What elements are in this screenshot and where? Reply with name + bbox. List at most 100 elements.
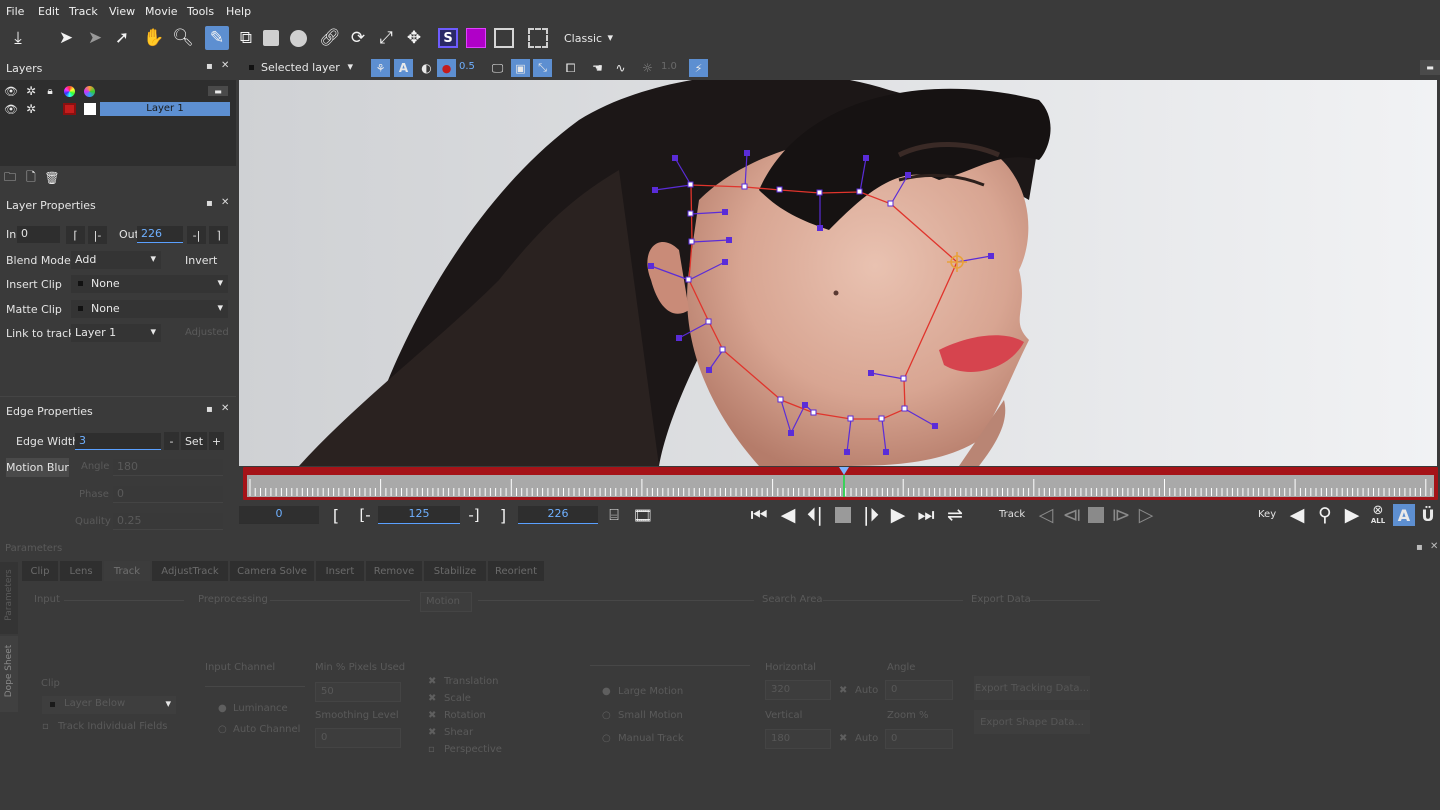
tab-insert[interactable]: Insert [316,561,364,581]
previous-key-button[interactable]: ◀ [1285,503,1309,527]
set-out-marker-button[interactable]: -| [187,226,206,244]
playhead-marker[interactable] [839,467,850,475]
add-points-arrow-icon[interactable]: ➚ [110,26,134,50]
min-pixels-field[interactable]: 50 [315,682,401,702]
tab-stabilize[interactable]: Stabilize [424,561,486,581]
step-back-button[interactable]: ⏴︎| [803,503,827,527]
edge-width-set-button[interactable]: Set [181,432,207,450]
autokey-a-icon[interactable]: A [1393,504,1415,526]
set-out-bracket-button[interactable]: ⌉ [209,226,228,244]
new-layer-icon[interactable]: 🗋 [24,170,38,185]
viewer-canvas[interactable] [239,80,1437,466]
motion-blur-toggle[interactable]: Motion Blur [6,458,69,477]
add-key-button[interactable]: ⚲ [1313,503,1337,527]
matte-clip-dropdown[interactable]: None [71,300,228,318]
shear-checkbox[interactable]: ✖ [428,727,436,738]
rotation-checkbox[interactable]: ✖ [428,710,436,721]
tab-track[interactable]: Track [104,561,150,581]
viewer-options-icon[interactable]: ▬ [1420,60,1440,75]
curve-icon[interactable]: ∿ [611,59,630,77]
manual-track-radio[interactable]: ○ [602,733,611,744]
set-in-bracket-button[interactable]: ⌈ [66,226,85,244]
set-in-marker-button[interactable]: |- [88,226,107,244]
menu-track[interactable]: Track [69,5,98,18]
brightness-value[interactable]: 1.0 [661,61,677,72]
show-grid-icon[interactable] [464,26,488,50]
unkey-u-icon[interactable]: Ü [1418,504,1438,526]
scale-checkbox[interactable]: ✖ [428,693,436,704]
draw-spline-pen-icon[interactable]: ✎ [205,26,229,50]
side-tab-dope-sheet[interactable]: Dope Sheet [0,636,18,712]
link-chain-icon[interactable]: 🔗︎ [318,26,342,50]
set-out-point-button[interactable]: -] [462,503,486,527]
side-tab-parameters[interactable]: Parameters [0,562,18,634]
brightness-icon[interactable]: ☼ [638,59,657,77]
delete-all-keys-button[interactable]: ⊗ ALL [1368,504,1388,526]
vertical-field[interactable]: 180 [765,729,831,749]
tab-remove[interactable]: Remove [366,561,422,581]
luminance-radio[interactable]: ● [218,703,227,714]
new-folder-icon[interactable]: 🗀 [3,170,17,185]
go-to-out-bracket-button[interactable]: ] [491,503,515,527]
move-cross-icon[interactable]: ✥ [402,26,426,50]
horizontal-field[interactable]: 320 [765,680,831,700]
layout-dropdown[interactable]: Classic [560,30,618,48]
in-frame-field[interactable]: 0 [17,226,60,243]
trim-clip-icon[interactable]: ⌸ [602,503,626,527]
cache-lightning-icon[interactable]: ⚡︎ [689,59,708,77]
quality-field[interactable]: 0.25 [113,513,223,530]
tab-lens[interactable]: Lens [60,561,102,581]
stop-button[interactable] [831,503,855,527]
perspective-checkbox[interactable]: ▫ [428,744,435,755]
viewer-screen-icon[interactable]: 🖵 [488,59,507,77]
play-backward-button[interactable]: ◀ [776,503,800,527]
visibility-eye-icon[interactable]: 👁︎ [4,85,18,98]
step-forward-button[interactable]: |⏵︎ [859,503,883,527]
layer-properties-float-icon[interactable]: ▪ [206,198,213,209]
large-motion-radio[interactable]: ● [602,686,611,697]
color-wheel-2-icon[interactable] [83,85,96,98]
show-surface-icon[interactable]: S [436,26,460,50]
adjusted-checkbox-label[interactable]: Adjusted [185,327,229,338]
alpha-channel-icon[interactable]: A [394,59,413,77]
set-in-point-button[interactable]: [- [353,503,377,527]
next-key-button[interactable]: ▶ [1340,503,1364,527]
layer1-matte-swatch[interactable] [84,103,96,115]
edge-width-decrease-button[interactable]: - [164,432,179,450]
out-point-field[interactable]: 226 [518,506,598,524]
scale-icon[interactable]: ⤢ [374,26,398,50]
start-frame-field[interactable]: 0 [239,506,319,524]
select-arrow-icon[interactable]: ➤ [54,26,78,50]
layers-panel-float-icon[interactable]: ▪ [206,61,213,72]
track-step-back-button[interactable]: ⧏ [1060,503,1084,527]
menu-help[interactable]: Help [226,5,251,18]
delete-layer-icon[interactable]: 🗑︎ [44,171,59,185]
export-shape-data-button[interactable]: Export Shape Data... [974,710,1090,734]
edge-width-increase-button[interactable]: + [209,432,224,450]
lock-icon[interactable]: 🔒︎ [44,85,56,97]
transform-rotate-icon[interactable]: ⟳ [346,26,370,50]
layer-properties-close-icon[interactable]: ✕ [221,197,229,208]
menu-view[interactable]: View [109,5,135,18]
search-angle-field[interactable]: 0 [885,680,953,700]
tab-camera-solve[interactable]: Camera Solve [230,561,314,581]
tracking-spline-overlay[interactable] [239,80,1437,466]
rect-shape-icon[interactable] [259,26,283,50]
go-to-end-button[interactable]: ⏭ [914,503,938,527]
small-motion-radio[interactable]: ○ [602,710,611,721]
export-tracking-data-button[interactable]: Export Tracking Data... [974,676,1090,700]
menu-file[interactable]: File [6,5,24,18]
parameters-close-icon[interactable]: ✕ [1430,541,1438,552]
menu-edit[interactable]: Edit [38,5,59,18]
solo-gear-icon[interactable]: ✲ [24,84,38,98]
tab-reorient[interactable]: Reorient [488,561,544,581]
edge-width-field[interactable]: 3 [75,433,161,450]
horizontal-auto-checkbox[interactable]: ✖ [839,685,847,696]
auto-channel-radio[interactable]: ○ [218,724,227,735]
zoom-field[interactable]: 0 [885,729,953,749]
spline-view-icon[interactable]: ⤡ [533,59,552,77]
show-planar-icon[interactable] [492,26,516,50]
vertical-auto-checkbox[interactable]: ✖ [839,733,847,744]
clip-source-dropdown[interactable]: Layer Below [42,696,176,714]
track-step-forward-button[interactable]: ⧐ [1109,503,1133,527]
